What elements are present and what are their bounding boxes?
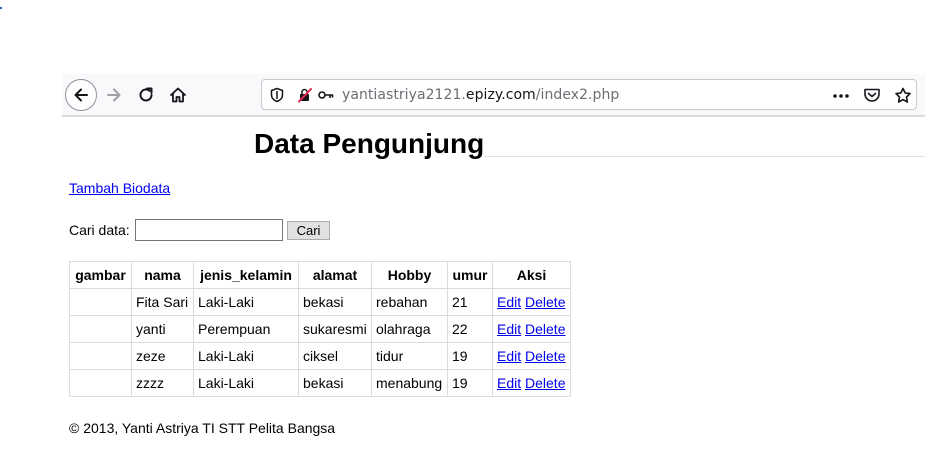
cell-umur: 19 <box>447 369 493 397</box>
arrow-left-icon <box>74 88 88 102</box>
key-icon[interactable] <box>317 87 335 103</box>
cell-nama: Fita Sari <box>131 288 194 316</box>
add-biodata-link[interactable]: Tambah Biodata <box>69 180 170 196</box>
table-row: Fita Sari Laki-Laki bekasi rebahan 21 Ed… <box>69 288 571 316</box>
cell-aksi: Edit Delete <box>492 288 571 316</box>
search-input[interactable] <box>135 219 283 241</box>
edit-link[interactable]: Edit <box>497 294 521 310</box>
cell-umur: 19 <box>447 342 493 370</box>
address-bar[interactable]: yantiastriya2121.epizy.com/index2.php <box>261 79 917 110</box>
pocket-icon[interactable] <box>863 87 881 103</box>
delete-link[interactable]: Delete <box>525 375 565 391</box>
cell-nama: zeze <box>131 342 194 370</box>
cell-alamat: bekasi <box>298 288 372 316</box>
cell-hobby: menabung <box>371 369 448 397</box>
edit-link[interactable]: Edit <box>497 321 521 337</box>
url-text[interactable]: yantiastriya2121.epizy.com/index2.php <box>342 87 619 103</box>
cell-gambar <box>69 315 132 343</box>
url-path: /index2.php <box>535 87 620 103</box>
header-aksi: Aksi <box>492 261 571 289</box>
home-icon <box>170 87 186 103</box>
cell-aksi: Edit Delete <box>492 315 571 343</box>
star-icon[interactable] <box>894 87 912 104</box>
cell-hobby: tidur <box>371 342 448 370</box>
reload-button[interactable] <box>131 80 161 110</box>
search-button[interactable]: Cari <box>287 221 330 240</box>
cell-umur: 21 <box>447 288 493 316</box>
cell-umur: 22 <box>447 315 493 343</box>
more-icon[interactable] <box>832 93 850 99</box>
url-prefix: yantiastriya2121. <box>342 87 466 103</box>
cell-gambar <box>69 342 132 370</box>
forward-button[interactable] <box>99 80 129 110</box>
cell-hobby: olahraga <box>371 315 448 343</box>
toolbar-divider <box>62 116 925 117</box>
lock-slash-icon[interactable] <box>297 87 313 103</box>
reload-icon <box>139 87 153 102</box>
cell-nama: yanti <box>131 315 194 343</box>
title-rule <box>484 156 925 157</box>
cell-jenis-kelamin: Laki-Laki <box>193 288 299 316</box>
shield-icon[interactable] <box>269 87 285 103</box>
cell-nama: zzzz <box>131 369 194 397</box>
url-domain: epizy.com <box>465 87 536 103</box>
cell-aksi: Edit Delete <box>492 369 571 397</box>
arrow-right-icon <box>107 88 121 102</box>
browser-toolbar: yantiastriya2121.epizy.com/index2.php <box>62 74 925 116</box>
screen: yantiastriya2121.epizy.com/index2.php Da… <box>0 0 925 470</box>
page-title: Data Pengunjung <box>254 128 485 159</box>
header-gambar: gambar <box>69 261 132 289</box>
header-nama: nama <box>131 261 194 289</box>
table-row: yanti Perempuan sukaresmi olahraga 22 Ed… <box>69 315 571 343</box>
search-label: Cari data: <box>69 222 130 238</box>
edit-link[interactable]: Edit <box>497 375 521 391</box>
table-row: zeze Laki-Laki ciksel tidur 19 Edit Dele… <box>69 342 571 370</box>
delete-link[interactable]: Delete <box>525 294 565 310</box>
cell-aksi: Edit Delete <box>492 342 571 370</box>
cell-jenis-kelamin: Laki-Laki <box>193 369 299 397</box>
header-umur: umur <box>447 261 493 289</box>
header-jenis-kelamin: jenis_kelamin <box>193 261 299 289</box>
cell-hobby: rebahan <box>371 288 448 316</box>
home-button[interactable] <box>163 80 193 110</box>
cell-alamat: bekasi <box>298 369 372 397</box>
table-header-row: gambar nama jenis_kelamin alamat Hobby u… <box>69 261 571 289</box>
visitor-table: gambar nama jenis_kelamin alamat Hobby u… <box>69 261 571 397</box>
header-hobby: Hobby <box>371 261 448 289</box>
delete-link[interactable]: Delete <box>525 348 565 364</box>
footer-copyright: © 2013, Yanti Astriya TI STT Pelita Bang… <box>69 420 336 436</box>
corner-marker <box>0 7 2 9</box>
cell-alamat: ciksel <box>298 342 372 370</box>
back-button[interactable] <box>65 79 97 111</box>
cell-jenis-kelamin: Perempuan <box>193 315 299 343</box>
edit-link[interactable]: Edit <box>497 348 521 364</box>
header-alamat: alamat <box>298 261 372 289</box>
cell-jenis-kelamin: Laki-Laki <box>193 342 299 370</box>
cell-gambar <box>69 369 132 397</box>
cell-alamat: sukaresmi <box>298 315 372 343</box>
cell-gambar <box>69 288 132 316</box>
delete-link[interactable]: Delete <box>525 321 565 337</box>
table-row: zzzz Laki-Laki bekasi menabung 19 Edit D… <box>69 369 571 397</box>
